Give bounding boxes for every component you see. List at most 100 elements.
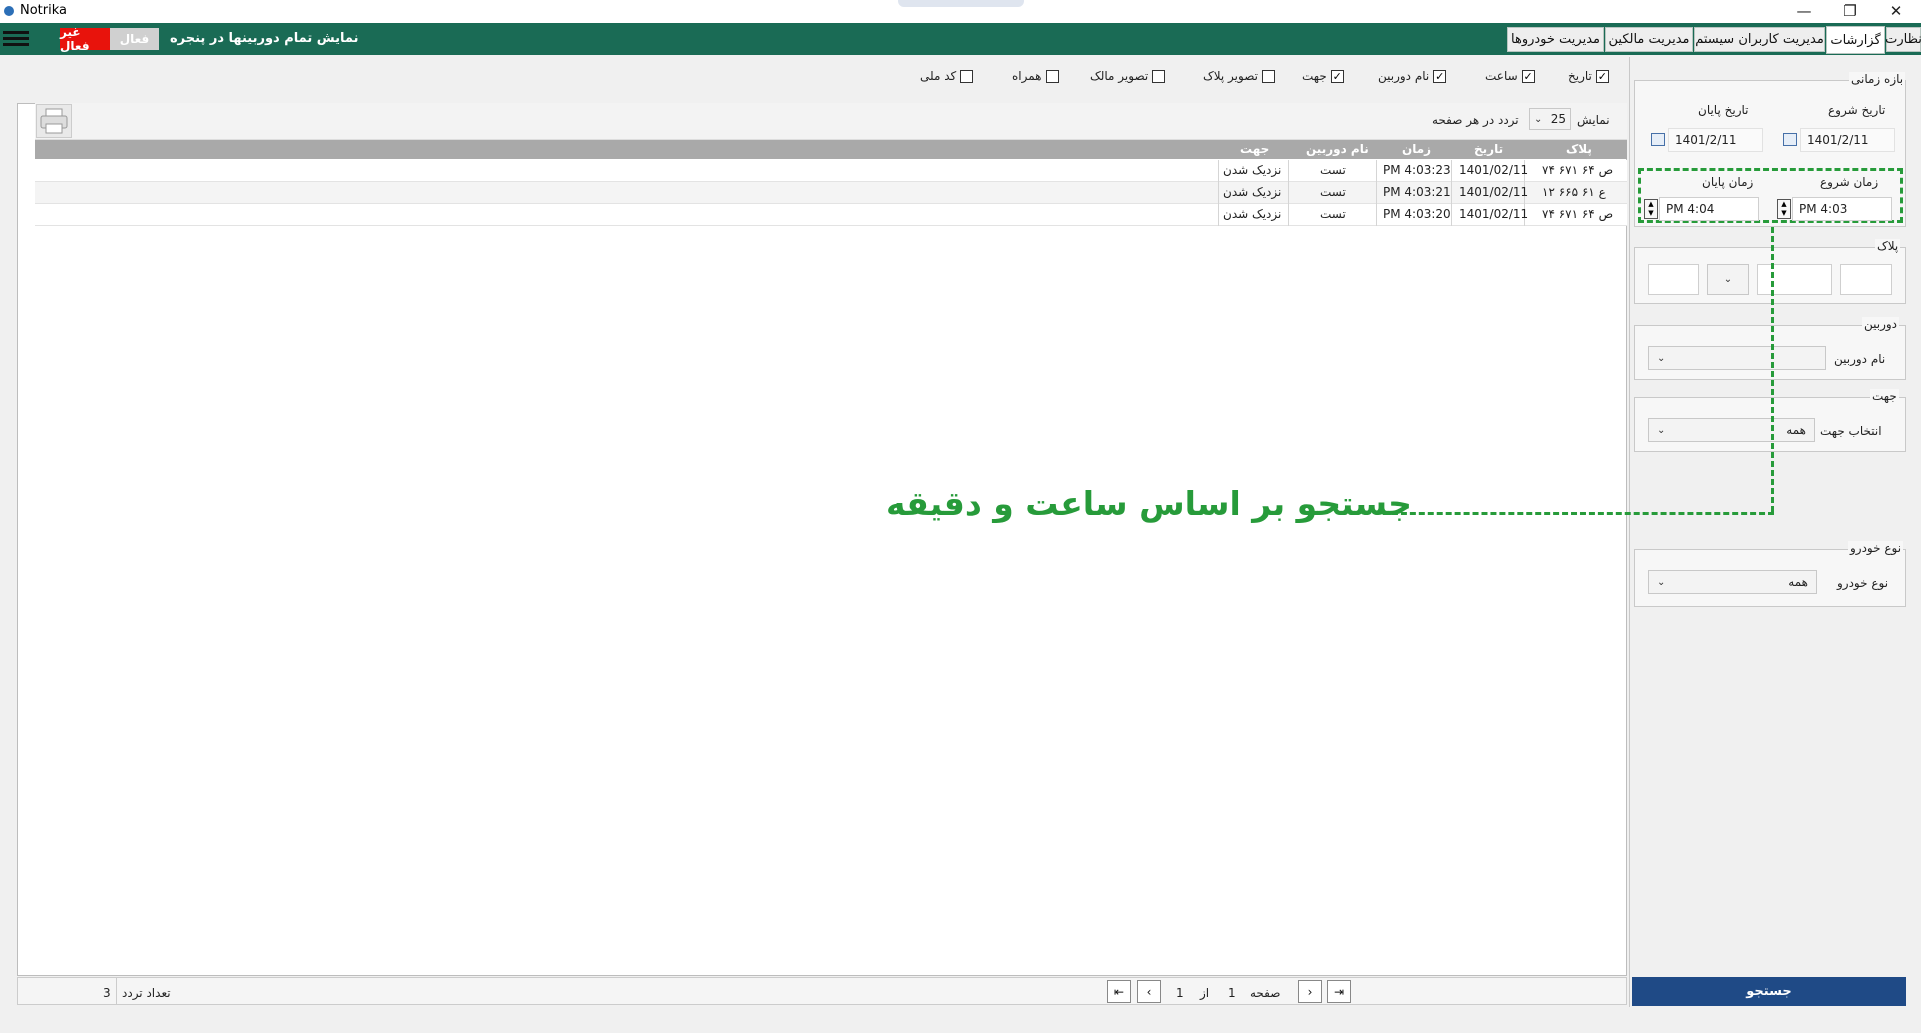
plate-part-1-input[interactable]	[1840, 264, 1892, 295]
last-page-icon[interactable]: ⇥	[1327, 980, 1351, 1003]
vehicle-type-label: نوع خودرو	[1837, 576, 1889, 590]
camera-name-dropdown[interactable]: ⌄	[1648, 346, 1826, 370]
column-header-camera-name[interactable]: نام دوربین	[1306, 142, 1369, 156]
active-toggle-button[interactable]: فعال	[110, 28, 159, 50]
cell-divider	[1288, 160, 1289, 182]
page-label: صفحه	[1250, 986, 1281, 1000]
checkbox-checked-icon[interactable]: ✓	[1330, 69, 1344, 83]
start-date-input[interactable]: 1401/2/11	[1800, 128, 1895, 152]
column-header-plate[interactable]: پلاک	[1566, 142, 1592, 156]
first-page-icon[interactable]: ⇤	[1107, 980, 1131, 1003]
time-cell: PM 4:03:21	[1383, 185, 1451, 199]
results-grid	[17, 103, 1627, 976]
time-cell: PM 4:03:20	[1383, 207, 1451, 221]
column-header-date[interactable]: تاریخ	[1474, 142, 1503, 156]
per-page-label: تردد در هر صفحه	[1432, 113, 1519, 127]
annotation-connector-vertical	[1771, 227, 1774, 512]
checkbox-unchecked-icon[interactable]	[960, 69, 974, 83]
plate-cell: ۱۲ ۶۶۵ ع ۶۱	[1542, 185, 1606, 199]
time-range-legend: بازه زمانی	[1849, 72, 1906, 86]
next-page-icon[interactable]: ›	[1298, 980, 1322, 1003]
column-toggle-owner-image[interactable]: تصویر مالک	[1090, 69, 1166, 83]
date-cell: 1401/02/11	[1459, 163, 1529, 177]
date-cell: 1401/02/11	[1459, 207, 1529, 221]
tab-owners[interactable]: مدیریت مالکین	[1605, 27, 1693, 52]
direction-cell: نزدیک شدن	[1223, 163, 1282, 177]
plate-part-3-input[interactable]	[1648, 264, 1699, 295]
camera-name-label: نام دوربین	[1834, 352, 1886, 366]
show-all-cameras-label: نمایش تمام دوربینها در پنجره	[170, 31, 359, 46]
column-toggle-direction[interactable]: جهت ✓	[1302, 69, 1344, 83]
search-button[interactable]: جستجو	[1632, 977, 1906, 1006]
maximize-button[interactable]: ❐	[1827, 0, 1873, 22]
cell-divider	[1376, 160, 1377, 182]
column-toggle-companion[interactable]: همراه	[1012, 69, 1059, 83]
table-row[interactable]: ۷۴ ۶۷۱ ص ۶۴ 1401/02/11 PM 4:03:23 تست نز…	[35, 160, 1627, 182]
start-time-label: زمان شروع	[1820, 175, 1879, 189]
column-toggle-camera-name[interactable]: نام دوربین ✓	[1378, 69, 1447, 83]
vehicle-type-dropdown[interactable]: ⌄ همه	[1648, 570, 1817, 594]
count-label: تعداد تردد	[122, 986, 171, 1000]
plate-cell: ۷۴ ۶۷۱ ص ۶۴	[1542, 207, 1614, 221]
checkbox-unchecked-icon[interactable]	[1261, 69, 1275, 83]
column-toggle-date[interactable]: تاریخ ✓	[1568, 69, 1609, 83]
cell-divider	[1376, 204, 1377, 226]
chevron-down-icon: ⌄	[1657, 352, 1666, 364]
cell-divider	[1288, 182, 1289, 204]
checkbox-unchecked-icon[interactable]	[1045, 69, 1059, 83]
column-toggle-hour[interactable]: ساعت ✓	[1485, 69, 1535, 83]
checkbox-checked-icon[interactable]: ✓	[1433, 69, 1447, 83]
end-time-input[interactable]: PM 4:04	[1659, 197, 1759, 221]
plate-part-2-input[interactable]	[1757, 264, 1832, 295]
direction-cell: نزدیک شدن	[1223, 207, 1282, 221]
table-row[interactable]: ۱۲ ۶۶۵ ع ۶۱ 1401/02/11 PM 4:03:21 تست نز…	[35, 182, 1627, 204]
table-row[interactable]: ۷۴ ۶۷۱ ص ۶۴ 1401/02/11 PM 4:03:20 تست نز…	[35, 204, 1627, 226]
camera-cell: تست	[1320, 207, 1346, 221]
cell-divider	[1451, 204, 1452, 226]
cell-divider	[1451, 160, 1452, 182]
page-size-dropdown[interactable]: ⌄ 25	[1529, 108, 1571, 130]
tab-monitoring[interactable]: نظارت	[1885, 27, 1921, 52]
direction-legend: جهت	[1870, 389, 1899, 403]
annotation-connector-horizontal	[1383, 512, 1774, 515]
column-toggle-national-id[interactable]: کد ملی	[920, 69, 974, 83]
hamburger-menu-icon[interactable]	[3, 29, 29, 49]
end-time-spinner-icon[interactable]: ▲ ▼	[1644, 199, 1658, 219]
end-date-input[interactable]: 1401/2/11	[1668, 128, 1763, 152]
close-button[interactable]: ✕	[1873, 0, 1919, 22]
total-pages: 1	[1176, 986, 1184, 1000]
inactive-toggle-button[interactable]: غیر فعال	[60, 25, 110, 53]
column-header-time[interactable]: زمان	[1402, 142, 1431, 156]
checkbox-checked-icon[interactable]: ✓	[1521, 69, 1535, 83]
end-time-label: زمان پایان	[1702, 175, 1754, 189]
show-label: نمایش	[1577, 113, 1610, 127]
vehicle-type-legend: نوع خودرو	[1848, 541, 1904, 555]
plate-letter-dropdown[interactable]: ⌄	[1707, 264, 1749, 295]
tab-system-users[interactable]: مدیریت کاربران سیستم	[1694, 27, 1825, 52]
checkbox-unchecked-icon[interactable]	[1152, 69, 1166, 83]
camera-legend: دوربین	[1862, 317, 1900, 331]
cell-divider	[1376, 182, 1377, 204]
calendar-icon[interactable]	[1651, 133, 1665, 146]
window-title: Notrika	[20, 3, 67, 18]
chevron-down-icon: ⌄	[1657, 576, 1666, 588]
direction-dropdown[interactable]: ⌄ همه	[1648, 418, 1815, 442]
tab-reports[interactable]: گزارشات	[1826, 26, 1885, 54]
tab-vehicles[interactable]: مدیریت خودروها	[1507, 27, 1604, 52]
cell-divider	[1218, 204, 1219, 226]
chevron-down-icon: ⌄	[1534, 113, 1543, 125]
checkbox-checked-icon[interactable]: ✓	[1595, 69, 1609, 83]
previous-page-icon[interactable]: ‹	[1137, 980, 1161, 1003]
plate-cell: ۷۴ ۶۷۱ ص ۶۴	[1542, 163, 1614, 177]
column-toggle-plate-image[interactable]: تصویر پلاک	[1203, 69, 1275, 83]
start-time-input[interactable]: PM 4:03	[1792, 197, 1892, 221]
printer-icon[interactable]	[36, 104, 72, 138]
start-time-spinner-icon[interactable]: ▲ ▼	[1777, 199, 1791, 219]
window-titlebar: Notrika — ❐ ✕	[0, 0, 1921, 23]
minimize-button[interactable]: —	[1781, 0, 1827, 22]
column-header-direction[interactable]: جهت	[1240, 142, 1269, 156]
cell-divider	[1451, 182, 1452, 204]
calendar-icon[interactable]	[1783, 133, 1797, 146]
date-cell: 1401/02/11	[1459, 185, 1529, 199]
cell-divider	[1288, 204, 1289, 226]
